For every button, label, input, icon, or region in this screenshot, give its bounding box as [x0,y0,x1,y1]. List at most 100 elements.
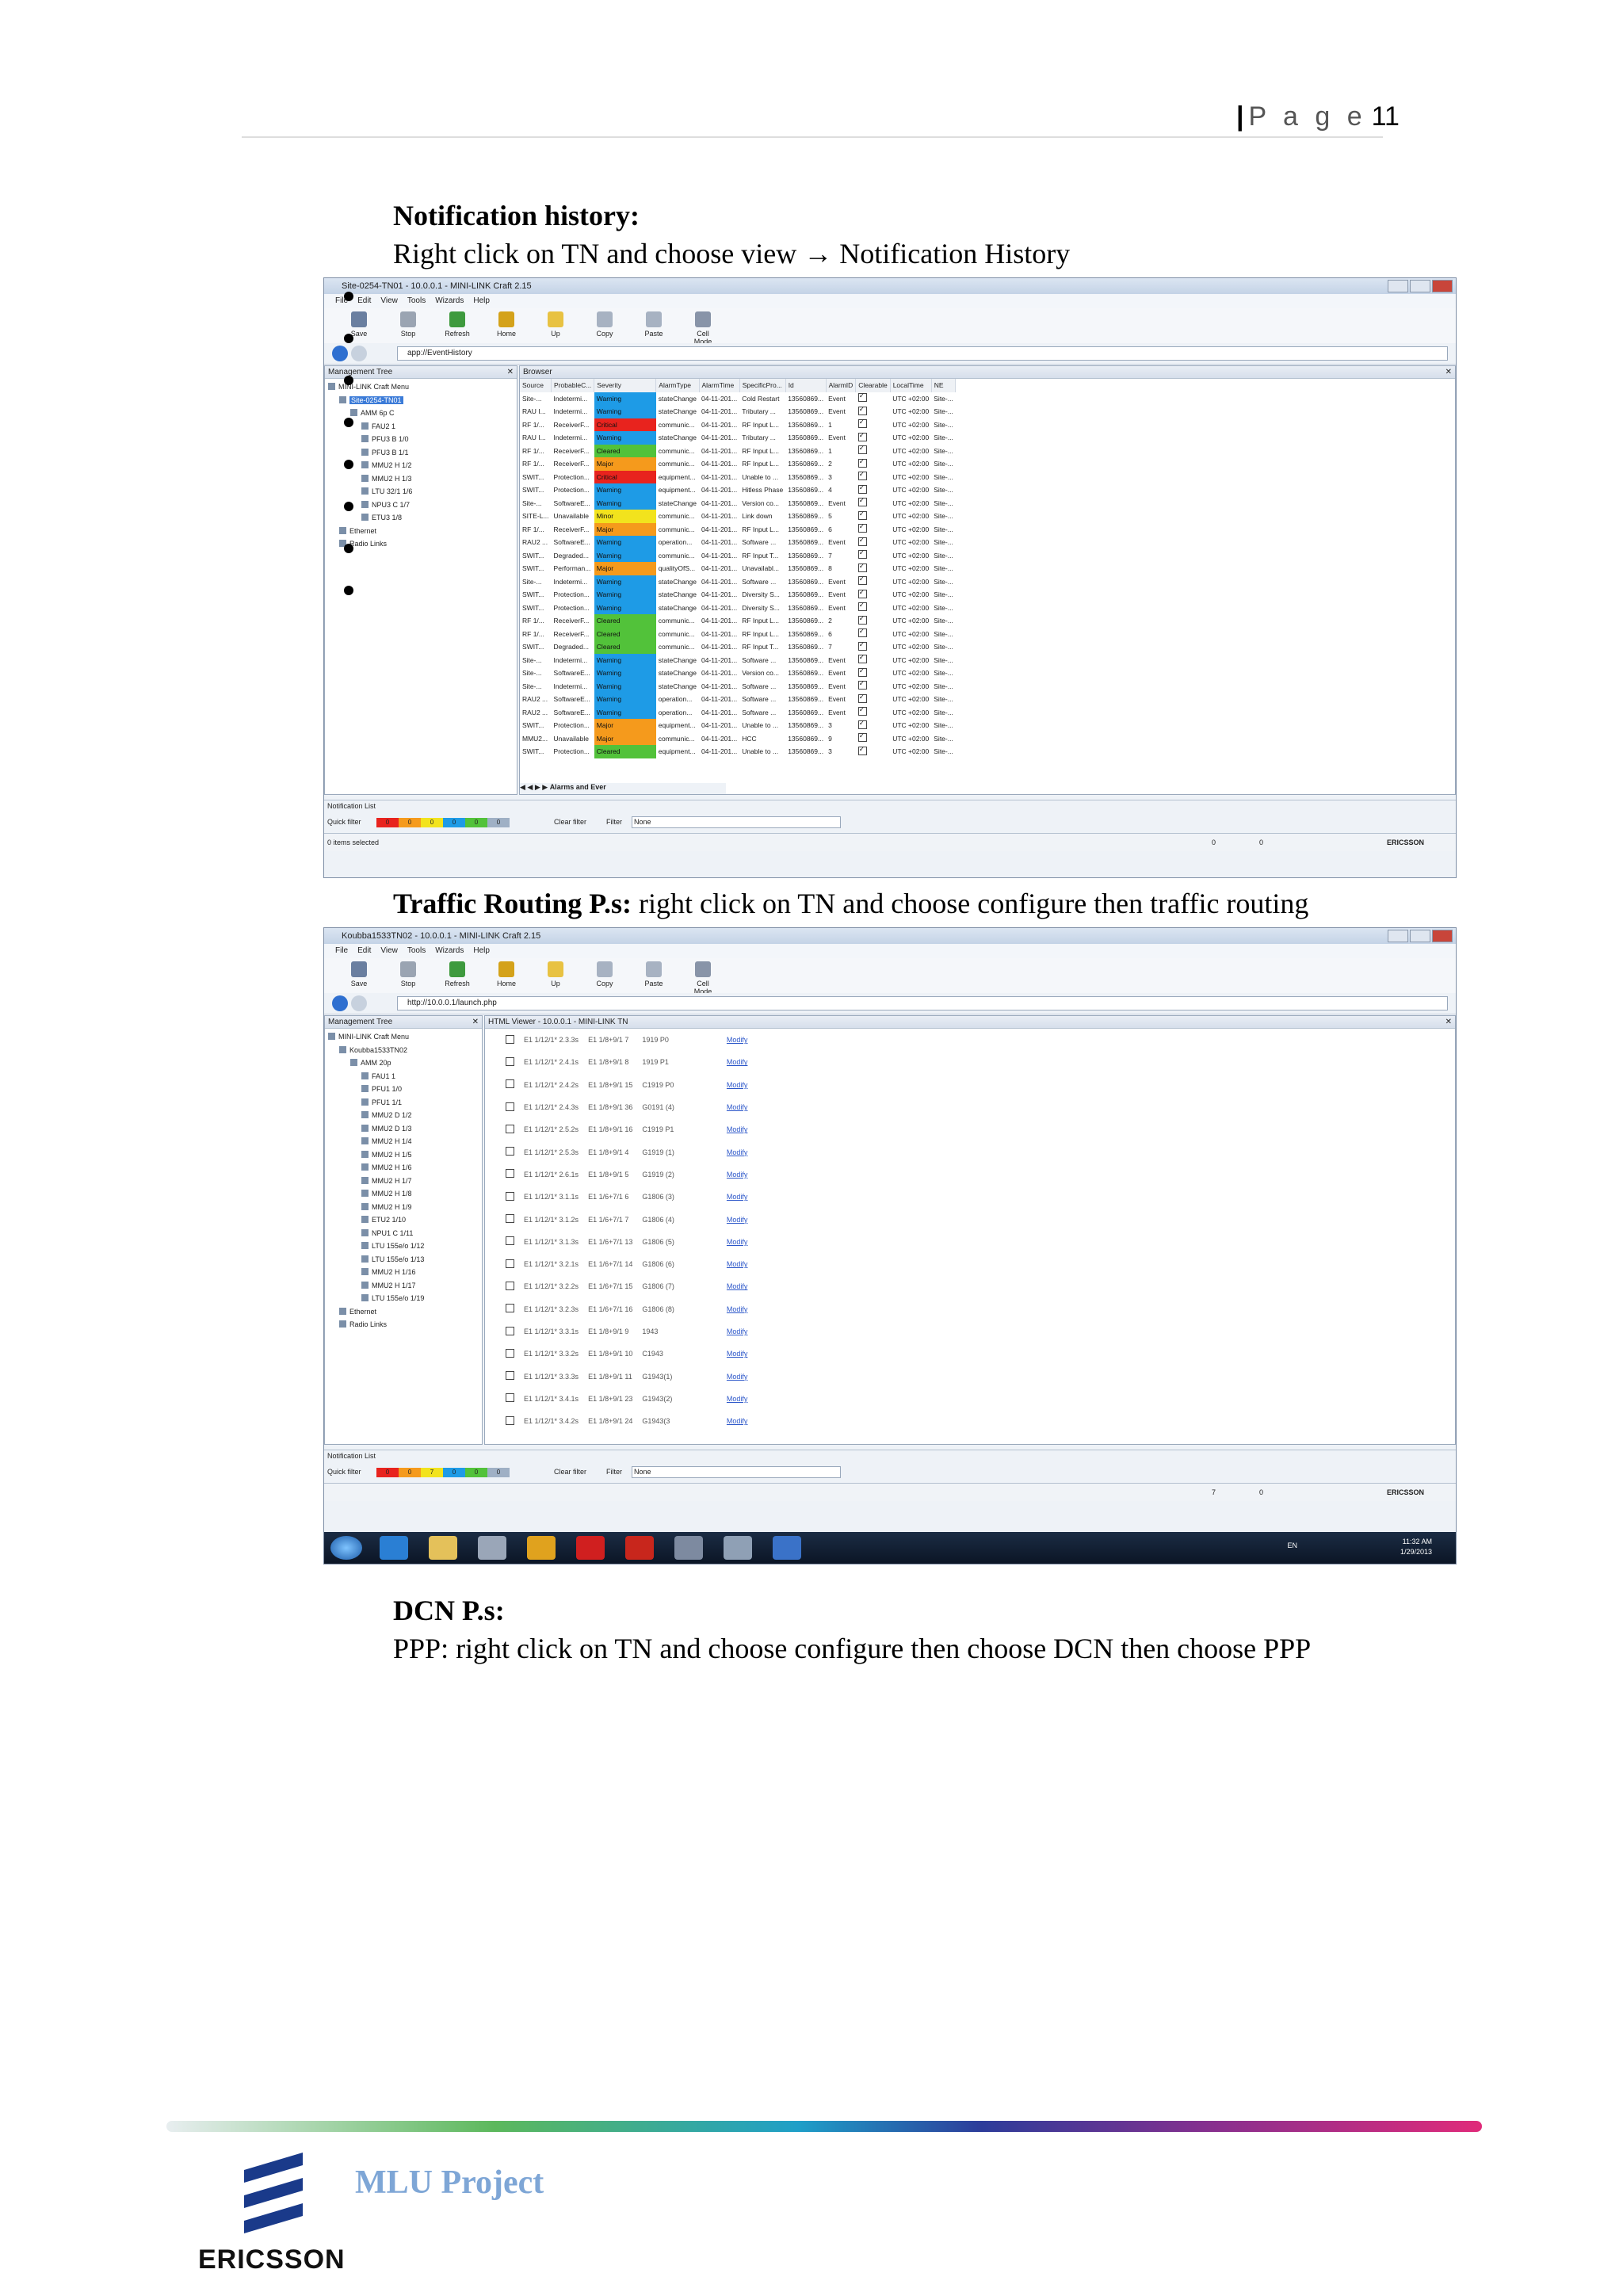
close-icon[interactable]: ✕ [472,1016,479,1028]
address-input[interactable]: app://EventHistory [397,346,1448,361]
folder-icon[interactable] [429,1536,457,1560]
tree-item[interactable]: ETU3 1/8 [328,511,517,525]
tree-item[interactable]: LTU 155e/o 1/12 [328,1240,482,1253]
tree-item[interactable]: MMU2 H 1/9 [328,1201,482,1214]
route-checkbox[interactable] [506,1034,514,1044]
table-row[interactable]: MMU2... Unavailable Major communic... 04-11-… [520,732,956,745]
modify-link[interactable]: Modify [679,1365,753,1387]
toolbar-up-button[interactable]: Up [540,958,571,993]
toolbar-paste-button[interactable]: Paste [638,958,670,993]
column-header[interactable]: Source [520,379,552,392]
quick-filter-badges[interactable]: 000000 [376,818,510,827]
tree-item[interactable]: MMU2 H 1/5 [328,1148,482,1162]
minimize-button[interactable] [1388,930,1408,942]
menu-item-wizards[interactable]: Wizards [435,946,464,955]
tree-item[interactable]: MMU2 H 1/7 [328,1175,482,1188]
quick-filter-badge[interactable]: 0 [465,818,487,827]
clearable-checkbox[interactable] [857,640,867,651]
toolbar-cell-mode-button[interactable]: Cell Mode [687,308,719,346]
tree-item[interactable]: PFU1 1/0 [328,1083,482,1096]
menu-item-tools[interactable]: Tools [407,946,426,955]
quick-filter-badge[interactable]: 7 [421,1468,443,1477]
table-row[interactable]: SWIT... Degraded... Warning communic... 04-1… [520,548,956,562]
menu-item-file[interactable]: File [335,946,348,955]
tree-item[interactable]: AMM 6p C [328,407,517,420]
route-checkbox[interactable] [506,1169,514,1179]
quick-filter-badge[interactable]: 0 [399,1468,421,1477]
quick-filter-badge[interactable]: 0 [443,1468,465,1477]
clearable-checkbox[interactable] [857,523,867,533]
toolbar-stop-button[interactable]: Stop [392,958,424,993]
table-row[interactable]: RF 1/... ReceiverF... Cleared communic... 04… [520,444,956,457]
menu-item-help[interactable]: Help [473,296,490,305]
tree-item[interactable]: LTU 155e/o 1/19 [328,1292,482,1305]
modify-link[interactable]: Modify [679,1051,753,1073]
toolbar-paste-button[interactable]: Paste [638,308,670,343]
clearable-checkbox[interactable] [857,732,867,743]
clearable-checkbox[interactable] [857,614,867,625]
table-row[interactable]: SWIT... Performan... Major qualityOfS... 04-… [520,562,956,575]
menu-item-edit[interactable]: Edit [357,296,371,305]
tree-item[interactable]: AMM 20p [328,1056,482,1070]
modify-link[interactable]: Modify [679,1208,753,1230]
table-row[interactable]: RAU I... Indetermi... Warning stateChange 04… [520,405,956,418]
route-checkbox[interactable] [506,1348,514,1358]
table-row[interactable]: Site-... SoftwareE... Warning stateChange 04… [520,496,956,510]
clearable-checkbox[interactable] [857,562,867,572]
clearable-checkbox[interactable] [857,431,867,441]
back-icon[interactable] [332,995,348,1011]
modify-link[interactable]: Modify [679,1074,753,1096]
menu-item-edit[interactable]: Edit [357,946,371,955]
menu-item-view[interactable]: View [380,946,398,955]
route-checkbox[interactable] [506,1371,514,1381]
tree-item[interactable]: MMU2 H 1/16 [328,1266,482,1279]
table-row[interactable]: RF 1/... ReceiverF... Critical communic... 0… [520,418,956,431]
column-header[interactable]: ProbableC... [551,379,595,392]
clearable-checkbox[interactable] [857,719,867,729]
table-row[interactable]: SWIT... Protection... Critical equipment...… [520,470,956,483]
tree-item[interactable]: MMU2 D 1/2 [328,1109,482,1122]
modify-link[interactable]: Modify [679,1388,753,1410]
toolbar-stop-button[interactable]: Stop [392,308,424,343]
network-icon[interactable] [773,1536,801,1560]
modify-link[interactable]: Modify [679,1298,753,1320]
opera-icon[interactable] [576,1536,605,1560]
toolbar-home-button[interactable]: Home [491,308,522,343]
modify-link[interactable]: Modify [679,1096,753,1118]
tree-item[interactable]: PFU3 B 1/1 [328,446,517,460]
toolbar-cell-mode-button[interactable]: Cell Mode [687,958,719,995]
clearable-checkbox[interactable] [857,706,867,716]
modify-link[interactable]: Modify [679,1186,753,1208]
clear-filter-button[interactable]: Clear filter [554,818,586,826]
toolbar-copy-button[interactable]: Copy [589,958,621,993]
column-header[interactable]: SpecificPro... [739,379,786,392]
tree-item[interactable]: LTU 155e/o 1/13 [328,1253,482,1266]
column-header[interactable]: NE [931,379,957,392]
filter-select[interactable]: None [632,1466,841,1478]
tree-item[interactable]: MMU2 H 1/8 [328,1187,482,1201]
clearable-checkbox[interactable] [857,549,867,560]
column-header[interactable]: LocalTime [890,379,932,392]
route-checkbox[interactable] [506,1079,514,1089]
tree-item[interactable]: MINI-LINK Craft Menu [328,1030,482,1044]
toolbar-refresh-button[interactable]: Refresh [441,958,473,993]
clearable-checkbox[interactable] [857,392,867,403]
toolbar-refresh-button[interactable]: Refresh [441,308,473,343]
route-checkbox[interactable] [506,1214,514,1224]
tree-item[interactable]: Radio Links [328,1318,482,1331]
route-checkbox[interactable] [506,1326,514,1335]
tree-item[interactable]: NPU3 C 1/7 [328,499,517,512]
close-button[interactable] [1432,280,1453,292]
toolbar-up-button[interactable]: Up [540,308,571,343]
route-checkbox[interactable] [506,1415,514,1425]
tree-item[interactable]: MMU2 H 1/3 [328,472,517,486]
quick-filter-badge[interactable]: 0 [376,818,399,827]
column-header[interactable]: AlarmTime [699,379,740,392]
table-row[interactable]: RAU2 ... SoftwareE... Warning operation... 0… [520,705,956,719]
back-icon[interactable] [332,346,348,361]
table-row[interactable]: Site-... Indetermi... Warning stateChange 04… [520,679,956,693]
table-row[interactable]: SWIT... Protection... Warning stateChange 04… [520,588,956,602]
clearable-checkbox[interactable] [857,575,867,586]
modify-link[interactable]: Modify [679,1275,753,1297]
table-row[interactable]: RF 1/... ReceiverF... Cleared communic... 04… [520,614,956,628]
